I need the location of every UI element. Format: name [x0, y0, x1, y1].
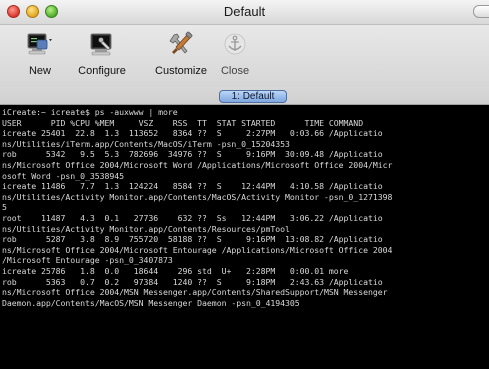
window-title: Default [223, 4, 266, 19]
new-button[interactable]: New [18, 31, 62, 77]
customize-button[interactable]: Customize [150, 31, 212, 77]
title-bar[interactable]: Default [0, 0, 489, 25]
terminal-line: rob 5363 0.7 0.2 97384 1240 ?? S 9:18PM … [2, 276, 383, 287]
toolbar: New Configure Customize Close [0, 25, 489, 87]
terminal-line: 5 [2, 202, 7, 213]
toolbar-toggle-button[interactable] [473, 5, 489, 18]
terminal-line: ns/Utilities/Activity Monitor.app/Conten… [2, 223, 290, 234]
terminal-line: rob 5287 3.8 8.9 755720 58188 ?? S 9:16P… [2, 234, 383, 245]
terminal-line: Daemon.app/Contents/MacOS/MSN Messenger … [2, 297, 300, 308]
terminal-line: ns/Microsoft Office 2004/Microsoft Entou… [2, 244, 393, 255]
terminal-text: iCreate:~ icreate$ ps -auxwww | more USER… [0, 105, 489, 308]
tools-icon [169, 31, 193, 54]
terminal-line: icreate 25401 22.8 1.3 113652 8364 ?? S … [2, 128, 383, 139]
configure-terminal-icon [90, 33, 112, 56]
terminal-output[interactable]: iCreate:~ icreate$ ps -auxwww | more USER… [0, 105, 489, 369]
tab-default[interactable]: 1: Default [219, 90, 287, 103]
terminal-line: icreate 11486 7.7 1.3 124224 8584 ?? S 1… [2, 181, 383, 192]
terminal-window: Default New Configure Customize Close 1:… [0, 0, 489, 369]
terminal-line: osoft Word -psn_0_3538945 [2, 170, 124, 181]
close-label: Close [220, 65, 250, 77]
terminal-line: iCreate:~ icreate$ ps -auxwww | more [2, 107, 178, 117]
terminal-line: /Microsoft Entourage -psn_0_3407873 [2, 255, 173, 266]
new-label: New [28, 65, 51, 77]
terminal-line: USER PID %CPU %MEM VSZ RSS TT STAT START… [2, 117, 364, 128]
terminal-line: ns/Microsoft Office 2004/Microsoft Word … [2, 159, 393, 170]
configure-label: Configure [78, 65, 126, 77]
tab-bar: 1: Default [0, 87, 489, 105]
terminal-line: rob 5342 9.5 5.3 782696 34976 ?? S 9:16P… [2, 149, 383, 160]
terminal-line: ns/Utilities/Activity Monitor.app/Conten… [2, 191, 393, 202]
terminal-line: root 11487 4.3 0.1 27736 632 ?? Ss 12:44… [2, 212, 383, 223]
terminal-line: ns/Microsoft Office 2004/MSN Messenger.a… [2, 287, 388, 298]
terminal-line: ns/Utilities/iTerm.app/Contents/MacOS/iT… [2, 138, 290, 149]
close-tab-button[interactable]: Close [216, 31, 254, 77]
configure-button[interactable]: Configure [70, 31, 134, 77]
customize-label: Customize [155, 65, 207, 77]
terminal-line: icreate 25786 1.8 0.0 18644 296 std U+ 2… [2, 265, 349, 276]
new-terminal-icon [27, 33, 52, 55]
close-anchor-icon [224, 33, 246, 55]
